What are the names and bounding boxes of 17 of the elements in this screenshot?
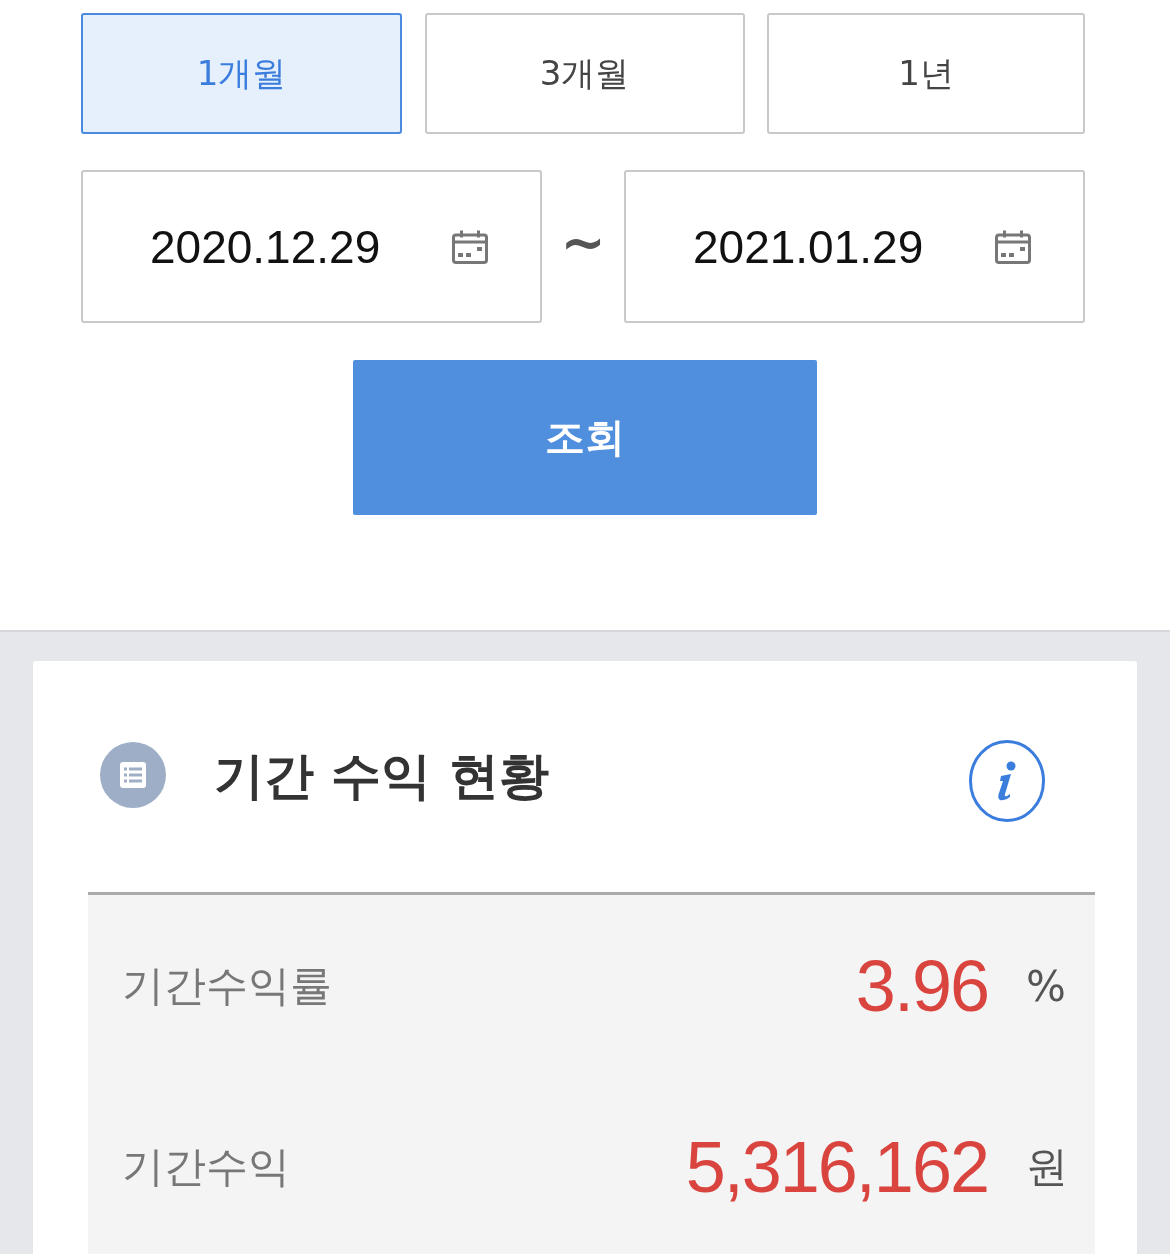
start-date-field[interactable]: 2020.12.29 xyxy=(81,170,542,323)
summary-label: 기간수익률 xyxy=(122,960,333,1012)
period-tab[interactable]: 1년 xyxy=(767,13,1085,134)
calendar-icon xyxy=(995,229,1031,264)
summary-value: 3.96 xyxy=(855,945,988,1027)
info-icon[interactable] xyxy=(969,739,1045,822)
summary-label: 기간수익 xyxy=(122,1141,291,1193)
period-tab[interactable]: 3개월 xyxy=(424,13,745,134)
period-tab[interactable]: 1개월 xyxy=(81,13,402,134)
summary-value: 5,316,162 xyxy=(685,1126,988,1208)
summary-unit: % xyxy=(1026,961,1066,1011)
list-icon xyxy=(100,741,166,808)
end-date-field[interactable]: 2021.01.29 xyxy=(624,170,1085,323)
summary-unit: 원 xyxy=(1026,1141,1066,1193)
calendar-icon xyxy=(452,229,488,264)
card-title: 기간 수익 현황 xyxy=(214,746,550,807)
range-separator: ~ xyxy=(559,215,607,276)
